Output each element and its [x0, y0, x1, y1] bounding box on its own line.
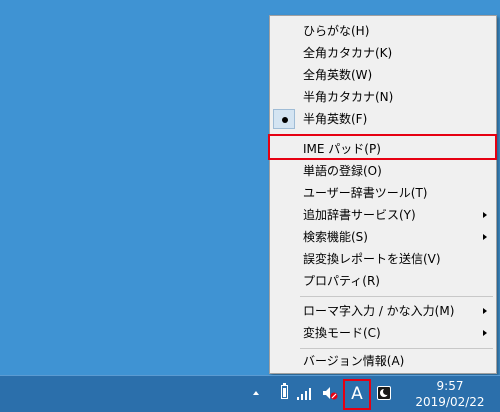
- submenu-arrow-icon: [483, 234, 487, 240]
- menu-item-label: 検索機能(S): [303, 230, 368, 244]
- volume-muted-icon[interactable]: [322, 385, 338, 401]
- menu-separator: [300, 348, 493, 349]
- ime-context-menu: ひらがな(H) 全角カタカナ(K) 全角英数(W) 半角カタカナ(N) 半角英数…: [269, 15, 497, 374]
- signal-icon[interactable]: [297, 386, 313, 400]
- menu-item-halfwidth-katakana[interactable]: 半角カタカナ(N): [272, 86, 494, 108]
- ime-mode-indicator-button[interactable]: A: [343, 379, 371, 410]
- menu-item-search-function[interactable]: 検索機能(S): [272, 226, 494, 248]
- ime-mode-label: A: [351, 384, 363, 404]
- submenu-arrow-icon: [483, 330, 487, 336]
- menu-item-label: 変換モード(C): [303, 326, 381, 340]
- menu-item-label: ひらがな(H): [303, 24, 370, 38]
- menu-item-conversion-mode[interactable]: 変換モード(C): [272, 322, 494, 344]
- menu-item-word-register[interactable]: 単語の登録(O): [272, 160, 494, 182]
- check-indicator: [273, 109, 295, 129]
- ime-pad-icon[interactable]: [377, 386, 391, 400]
- menu-item-label: 全角カタカナ(K): [303, 46, 393, 60]
- menu-item-label: 誤変換レポートを送信(V): [303, 252, 441, 266]
- menu-item-hiragana[interactable]: ひらがな(H): [272, 20, 494, 42]
- menu-item-label: プロパティ(R): [303, 274, 380, 288]
- menu-item-label: バージョン情報(A): [303, 354, 405, 368]
- taskbar: A 9:57 2019/02/22: [0, 375, 500, 412]
- chevron-up-icon[interactable]: [253, 391, 259, 395]
- menu-item-label: 半角カタカナ(N): [303, 90, 394, 104]
- battery-icon[interactable]: [281, 383, 288, 399]
- radio-bullet-icon: [282, 117, 288, 123]
- submenu-arrow-icon: [483, 308, 487, 314]
- menu-item-user-dictionary-tool[interactable]: ユーザー辞書ツール(T): [272, 182, 494, 204]
- menu-item-label: 半角英数(F): [303, 112, 368, 126]
- menu-item-label: ユーザー辞書ツール(T): [303, 186, 428, 200]
- menu-item-halfwidth-alphanumeric[interactable]: 半角英数(F): [272, 108, 494, 130]
- system-clock[interactable]: 9:57 2019/02/22: [405, 378, 495, 410]
- menu-item-fullwidth-alphanumeric[interactable]: 全角英数(W): [272, 64, 494, 86]
- menu-separator: [300, 296, 493, 297]
- submenu-arrow-icon: [483, 212, 487, 218]
- clock-date: 2019/02/22: [415, 395, 485, 409]
- menu-item-input-method[interactable]: ローマ字入力 / かな入力(M): [272, 300, 494, 322]
- menu-item-label: 単語の登録(O): [303, 164, 382, 178]
- menu-item-label: 全角英数(W): [303, 68, 373, 82]
- menu-item-label: 追加辞書サービス(Y): [303, 208, 416, 222]
- menu-item-additional-dictionary[interactable]: 追加辞書サービス(Y): [272, 204, 494, 226]
- menu-item-version-info[interactable]: バージョン情報(A): [272, 350, 494, 372]
- menu-item-label: ローマ字入力 / かな入力(M): [303, 304, 455, 318]
- menu-item-properties[interactable]: プロパティ(R): [272, 270, 494, 292]
- ime-pad-highlight-box: [268, 134, 497, 160]
- menu-item-fullwidth-katakana[interactable]: 全角カタカナ(K): [272, 42, 494, 64]
- menu-item-send-report[interactable]: 誤変換レポートを送信(V): [272, 248, 494, 270]
- clock-time: 9:57: [436, 379, 464, 393]
